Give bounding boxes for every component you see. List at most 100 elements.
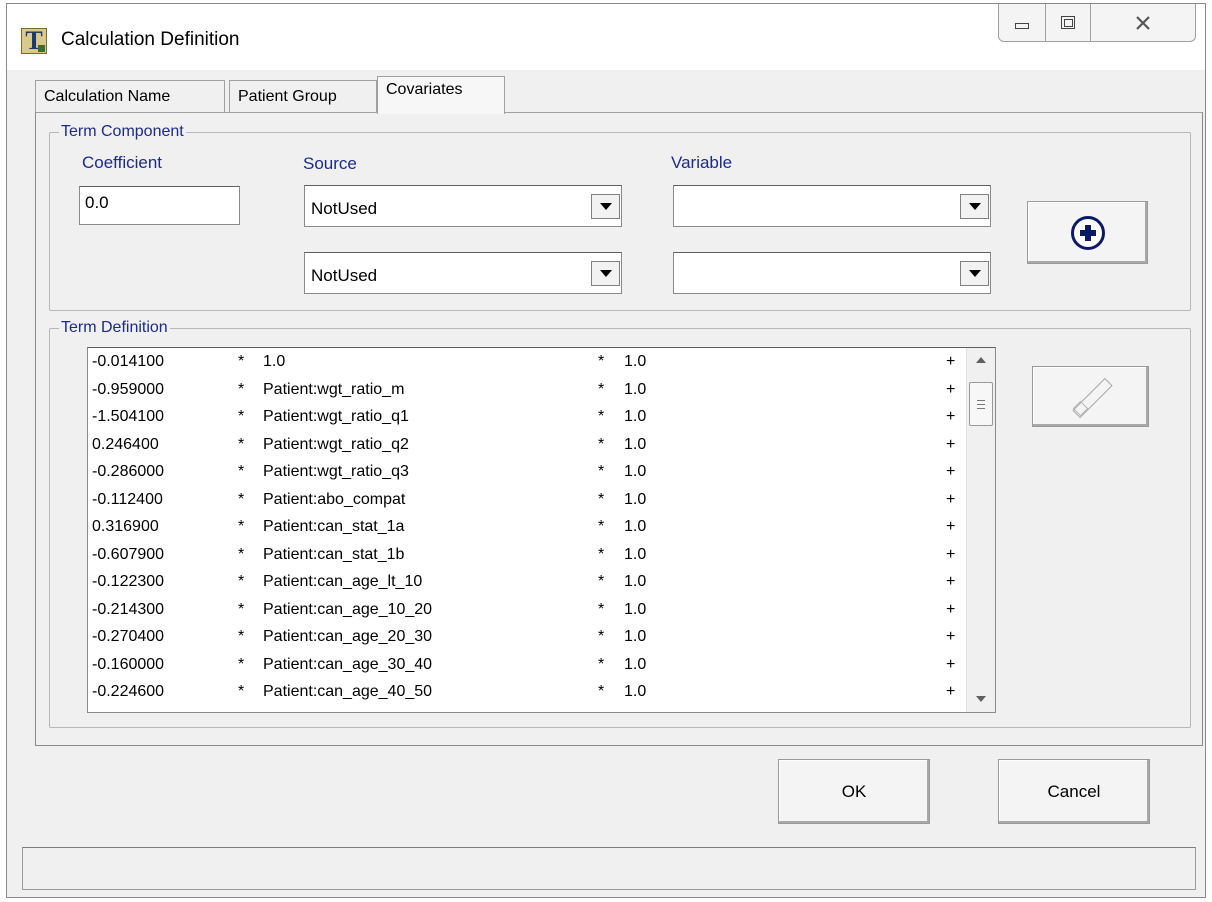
scroll-thumb[interactable] [969, 382, 993, 426]
term-term-cell: Patient:can_age_20_30 [263, 628, 433, 645]
term-definition-label: Term Definition [59, 318, 170, 338]
term-coef-cell: -0.270400 [92, 628, 165, 645]
chevron-down-icon [968, 203, 981, 210]
term-star1-cell: * [238, 655, 245, 673]
source-select-1[interactable]: NotUsed [304, 185, 622, 227]
source-label: Source [303, 154, 357, 173]
variable-select-1[interactable] [673, 185, 991, 227]
chevron-down-icon [599, 270, 612, 277]
plus-circle-icon [1070, 215, 1105, 250]
table-row[interactable]: -0.224600 * Patient:can_age_40_50 * 1.0 + [88, 681, 966, 703]
term-component-group: Term Component Coefficient Source Variab… [49, 122, 1191, 311]
term-plus-cell: + [946, 655, 956, 673]
term-term-cell: Patient:wgt_ratio_q3 [263, 463, 409, 480]
term-star1-cell: * [238, 628, 245, 645]
table-row[interactable]: -1.504100 * Patient:wgt_ratio_q1 * 1.0 + [88, 406, 966, 428]
vertical-scrollbar[interactable] [966, 348, 995, 712]
source-select-2-value: NotUsed [311, 266, 378, 285]
term-term-cell: Patient:can_age_10_20 [263, 600, 433, 618]
term-mult-cell: 1.0 [624, 600, 647, 618]
delete-term-button[interactable] [1032, 366, 1149, 427]
term-star1-cell: * [238, 683, 245, 700]
tab-covariates[interactable]: Covariates [377, 76, 505, 114]
minimize-button[interactable] [998, 4, 1046, 42]
term-mult-cell: 1.0 [624, 545, 647, 563]
term-component-label: Term Component [59, 122, 186, 142]
source-select-2[interactable]: NotUsed [304, 252, 622, 294]
table-row[interactable]: -0.160000 * Patient:can_age_30_40 * 1.0 + [88, 654, 966, 676]
source-select-1-dropdown[interactable] [591, 194, 620, 219]
variable-label: Variable [671, 153, 733, 172]
term-mult-cell: 1.0 [624, 380, 647, 398]
term-star2-cell: * [598, 628, 605, 645]
close-icon [1136, 15, 1150, 30]
add-term-button[interactable] [1027, 201, 1148, 264]
term-star1-cell: * [238, 435, 245, 453]
term-mult-cell: 1.0 [624, 655, 647, 673]
table-row[interactable]: -0.112400 * Patient:abo_compat * 1.0 + [88, 489, 966, 511]
term-star2-cell: * [598, 463, 605, 480]
term-star1-cell: * [238, 518, 245, 535]
term-plus-cell: + [946, 518, 956, 535]
term-star2-cell: * [598, 380, 605, 398]
table-row[interactable]: 0.246400 * Patient:wgt_ratio_q2 * 1.0 + [88, 434, 966, 456]
eraser-icon [1071, 377, 1111, 417]
term-term-cell: Patient:can_stat_1b [263, 545, 405, 563]
table-row[interactable]: -0.214300 * Patient:can_age_10_20 * 1.0 + [88, 599, 966, 621]
title-bar: T Calculation Definition [7, 4, 1205, 70]
term-star1-cell: * [238, 408, 245, 425]
coefficient-input[interactable]: 0.0 [79, 186, 240, 225]
scroll-down-icon[interactable] [976, 696, 986, 702]
term-star2-cell: * [598, 435, 605, 453]
tab-calculation-name[interactable]: Calculation Name [35, 80, 225, 113]
tab-patient-group[interactable]: Patient Group [229, 80, 377, 113]
variable-select-2[interactable] [673, 252, 991, 294]
term-mult-cell: 1.0 [624, 435, 647, 453]
term-star1-cell: * [238, 573, 245, 590]
source-select-2-dropdown[interactable] [591, 261, 620, 286]
scroll-up-icon[interactable] [976, 357, 986, 363]
table-row[interactable]: -0.286000 * Patient:wgt_ratio_q3 * 1.0 + [88, 461, 966, 483]
term-coef-cell: -0.014100 [92, 353, 165, 370]
table-row[interactable]: -0.959000 * Patient:wgt_ratio_m * 1.0 + [88, 379, 966, 401]
term-star2-cell: * [598, 518, 605, 535]
term-term-cell: Patient:can_age_lt_10 [263, 573, 423, 590]
term-star2-cell: * [598, 408, 605, 425]
term-plus-cell: + [946, 408, 956, 425]
term-mult-cell: 1.0 [624, 518, 647, 535]
term-star1-cell: * [238, 353, 245, 370]
term-coef-cell: 0.246400 [92, 435, 159, 453]
window-title: Calculation Definition [61, 29, 240, 50]
term-coef-cell: -0.286000 [92, 463, 165, 480]
term-plus-cell: + [946, 380, 956, 398]
minimize-icon [1015, 22, 1029, 29]
term-definition-list[interactable]: -0.014100 * 1.0 * 1.0 + -0.959000 * Patient:wgt_… [87, 347, 996, 713]
term-plus-cell: + [946, 463, 956, 480]
term-star2-cell: * [598, 490, 605, 508]
term-star1-cell: * [238, 380, 245, 398]
coefficient-label: Coefficient [82, 153, 163, 172]
term-star2-cell: * [598, 655, 605, 673]
variable-select-2-dropdown[interactable] [960, 261, 989, 286]
cancel-button[interactable]: Cancel [998, 759, 1150, 824]
term-term-cell: Patient:can_age_30_40 [263, 655, 433, 673]
term-plus-cell: + [946, 573, 956, 590]
table-row[interactable]: 0.316900 * Patient:can_stat_1a * 1.0 + [88, 516, 966, 538]
table-row[interactable]: -0.014100 * 1.0 * 1.0 + [88, 351, 966, 373]
close-button[interactable] [1090, 4, 1196, 42]
term-mult-cell: 1.0 [624, 353, 647, 370]
table-row[interactable]: -0.270400 * Patient:can_age_20_30 * 1.0 + [88, 626, 966, 648]
table-row[interactable]: -0.122300 * Patient:can_age_lt_10 * 1.0 + [88, 571, 966, 593]
table-row[interactable]: -0.607900 * Patient:can_stat_1b * 1.0 + [88, 544, 966, 566]
ok-button[interactable]: OK [778, 759, 930, 824]
term-plus-cell: + [946, 353, 956, 370]
term-term-cell: Patient:wgt_ratio_q1 [263, 408, 409, 425]
term-coef-cell: -0.959000 [92, 380, 165, 398]
term-coef-cell: -0.224600 [92, 683, 165, 700]
term-star2-cell: * [598, 573, 605, 590]
term-plus-cell: + [946, 435, 956, 453]
term-term-cell: Patient:can_stat_1a [263, 518, 405, 535]
maximize-button[interactable] [1045, 4, 1091, 42]
term-coef-cell: -0.214300 [92, 600, 165, 618]
variable-select-1-dropdown[interactable] [960, 194, 989, 219]
